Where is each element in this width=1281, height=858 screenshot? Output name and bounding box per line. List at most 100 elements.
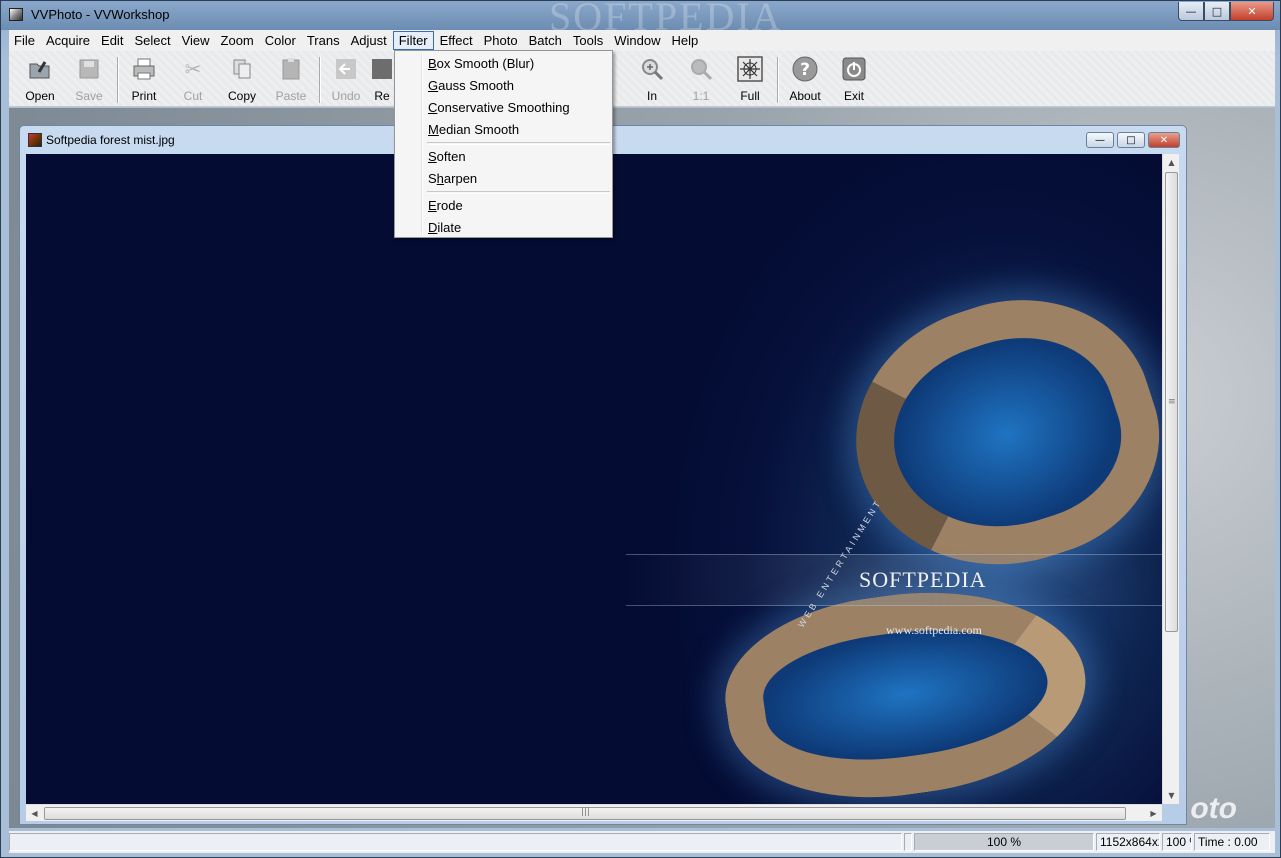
menu-zoom[interactable]: Zoom xyxy=(216,31,259,50)
app-window: VVPhoto - VVWorkshop SOFTPEDIA — □ ✕ Fil… xyxy=(0,0,1281,858)
toolbar-separator xyxy=(777,57,779,103)
menu-separator xyxy=(427,191,610,194)
paste-label: Paste xyxy=(275,89,307,103)
cut-button[interactable]: ✂ Cut xyxy=(169,55,217,105)
about-button[interactable]: ? About xyxy=(781,55,829,105)
undo-label: Undo xyxy=(331,89,361,103)
menu-file[interactable]: File xyxy=(9,31,40,50)
toolbar-separator xyxy=(319,57,321,103)
caption-buttons: — □ ✕ xyxy=(1178,2,1274,21)
menu-help[interactable]: Help xyxy=(666,31,703,50)
filter-dropdown-menu: Box Smooth (Blur) Gauss Smooth Conservat… xyxy=(394,50,613,238)
full-screen-button[interactable]: Full xyxy=(726,55,774,105)
full-label: Full xyxy=(740,89,760,103)
undo-arrow-icon xyxy=(332,55,360,83)
menu-window[interactable]: Window xyxy=(609,31,665,50)
document-icon[interactable] xyxy=(28,133,42,147)
menu-separator xyxy=(427,142,610,145)
menu-bar: File Acquire Edit Select View Zoom Color… xyxy=(9,30,1275,51)
menu-effect[interactable]: Effect xyxy=(435,31,478,50)
about-label: About xyxy=(789,89,821,103)
close-button[interactable]: ✕ xyxy=(1230,2,1274,21)
zoom-actual-icon xyxy=(687,55,715,83)
menu-edit[interactable]: Edit xyxy=(96,31,128,50)
app-icon[interactable] xyxy=(9,8,23,21)
status-dimensions: 1152x864x24 xyxy=(1096,833,1160,851)
menu-item-erode[interactable]: Erode xyxy=(397,195,610,217)
undo-button[interactable]: Undo xyxy=(322,55,370,105)
zoom-actual-button[interactable]: 1:1 xyxy=(677,55,725,105)
image-brand-url: www.softpedia.com xyxy=(886,623,982,637)
print-button[interactable]: Print xyxy=(120,55,168,105)
minimize-icon: — xyxy=(1185,4,1197,18)
paste-button[interactable]: Paste xyxy=(267,55,315,105)
image-brand-name: SOFTPEDIA xyxy=(859,567,987,592)
document-close-button[interactable]: ✕ xyxy=(1148,132,1180,148)
status-message xyxy=(9,833,902,851)
save-label: Save xyxy=(75,89,103,103)
menu-item-box-smooth[interactable]: Box Smooth (Blur) xyxy=(397,53,610,75)
menu-acquire[interactable]: Acquire xyxy=(41,31,95,50)
menu-item-soften[interactable]: Soften xyxy=(397,146,610,168)
horizontal-scroll-thumb[interactable]: ||| xyxy=(44,807,1126,820)
grip-icon: ||| xyxy=(581,807,591,817)
scroll-down-icon[interactable]: ▼ xyxy=(1163,787,1180,804)
menu-adjust[interactable]: Adjust xyxy=(346,31,392,50)
maximize-button[interactable]: □ xyxy=(1204,2,1230,21)
zoom-in-button[interactable]: In xyxy=(628,55,676,105)
scroll-left-icon[interactable]: ◀ xyxy=(26,805,43,822)
status-quality: 100 % xyxy=(1162,833,1192,851)
menu-item-gauss-smooth[interactable]: Gauss Smooth xyxy=(397,75,610,97)
status-time: Time : 0.00 xyxy=(1194,833,1270,851)
open-button[interactable]: Open xyxy=(16,55,64,105)
document-maximize-button[interactable]: □ xyxy=(1117,132,1145,148)
help-question-icon: ? xyxy=(791,55,819,83)
scroll-up-icon[interactable]: ▲ xyxy=(1163,154,1180,171)
menu-photo[interactable]: Photo xyxy=(479,31,523,50)
zoom-in-label: In xyxy=(646,89,657,103)
menu-view[interactable]: View xyxy=(177,31,215,50)
close-icon: ✕ xyxy=(1247,4,1257,18)
cut-label: Cut xyxy=(183,89,203,103)
image-island-upper xyxy=(823,264,1162,604)
menu-filter[interactable]: Filter xyxy=(392,31,434,50)
status-bar: 100 % 1152x864x24 100 % Time : 0.00 xyxy=(9,831,1275,853)
menu-select[interactable]: Select xyxy=(129,31,175,50)
menu-tools[interactable]: Tools xyxy=(568,31,608,50)
document-title: Softpedia forest mist.jpg xyxy=(46,133,175,147)
window-title: VVPhoto - VVWorkshop xyxy=(31,7,170,22)
copy-button[interactable]: Copy xyxy=(218,55,266,105)
printer-icon xyxy=(130,55,158,83)
save-button[interactable]: Save xyxy=(65,55,113,105)
document-minimize-button[interactable]: — xyxy=(1086,132,1114,148)
toolbar: Open Save Print ✂ Cut Copy Paste Undo Re… xyxy=(9,51,1275,107)
minimize-button[interactable]: — xyxy=(1178,2,1204,21)
document-caption-buttons: — □ ✕ xyxy=(1086,132,1180,148)
copy-label: Copy xyxy=(227,89,256,103)
svg-text:?: ? xyxy=(800,60,810,80)
menu-color[interactable]: Color xyxy=(260,31,301,50)
title-bar[interactable]: VVPhoto - VVWorkshop SOFTPEDIA — □ ✕ xyxy=(1,0,1280,39)
menu-trans[interactable]: Trans xyxy=(302,31,345,50)
menu-batch[interactable]: Batch xyxy=(524,31,567,50)
image-canvas[interactable]: SOFTPEDIA www.softpedia.com WEB ENTERTAI… xyxy=(26,154,1162,804)
redo-button[interactable]: Re xyxy=(367,55,397,105)
vertical-scroll-thumb[interactable]: ≡ xyxy=(1165,172,1178,632)
status-zoom: 100 % xyxy=(914,833,1094,851)
vertical-scrollbar[interactable]: ▲ ≡ ▼ xyxy=(1162,154,1179,804)
menu-item-dilate[interactable]: Dilate xyxy=(397,217,610,239)
menu-item-sharpen[interactable]: Sharpen xyxy=(397,168,610,190)
exit-button[interactable]: Exit xyxy=(830,55,878,105)
toolbar-separator xyxy=(117,57,119,103)
save-disk-icon xyxy=(75,55,103,83)
copy-icon xyxy=(228,55,256,83)
status-spacer xyxy=(904,833,912,851)
open-label: Open xyxy=(25,89,55,103)
menu-item-conservative-smoothing[interactable]: Conservative Smoothing xyxy=(397,97,610,119)
menu-item-median-smooth[interactable]: Median Smooth xyxy=(397,119,610,141)
horizontal-scrollbar[interactable]: ◀ ||| ▶ xyxy=(26,804,1162,821)
print-label: Print xyxy=(131,89,157,103)
workspace-logo: oto xyxy=(1190,792,1237,825)
scroll-right-icon[interactable]: ▶ xyxy=(1145,805,1162,822)
minimize-icon: — xyxy=(1095,134,1105,146)
